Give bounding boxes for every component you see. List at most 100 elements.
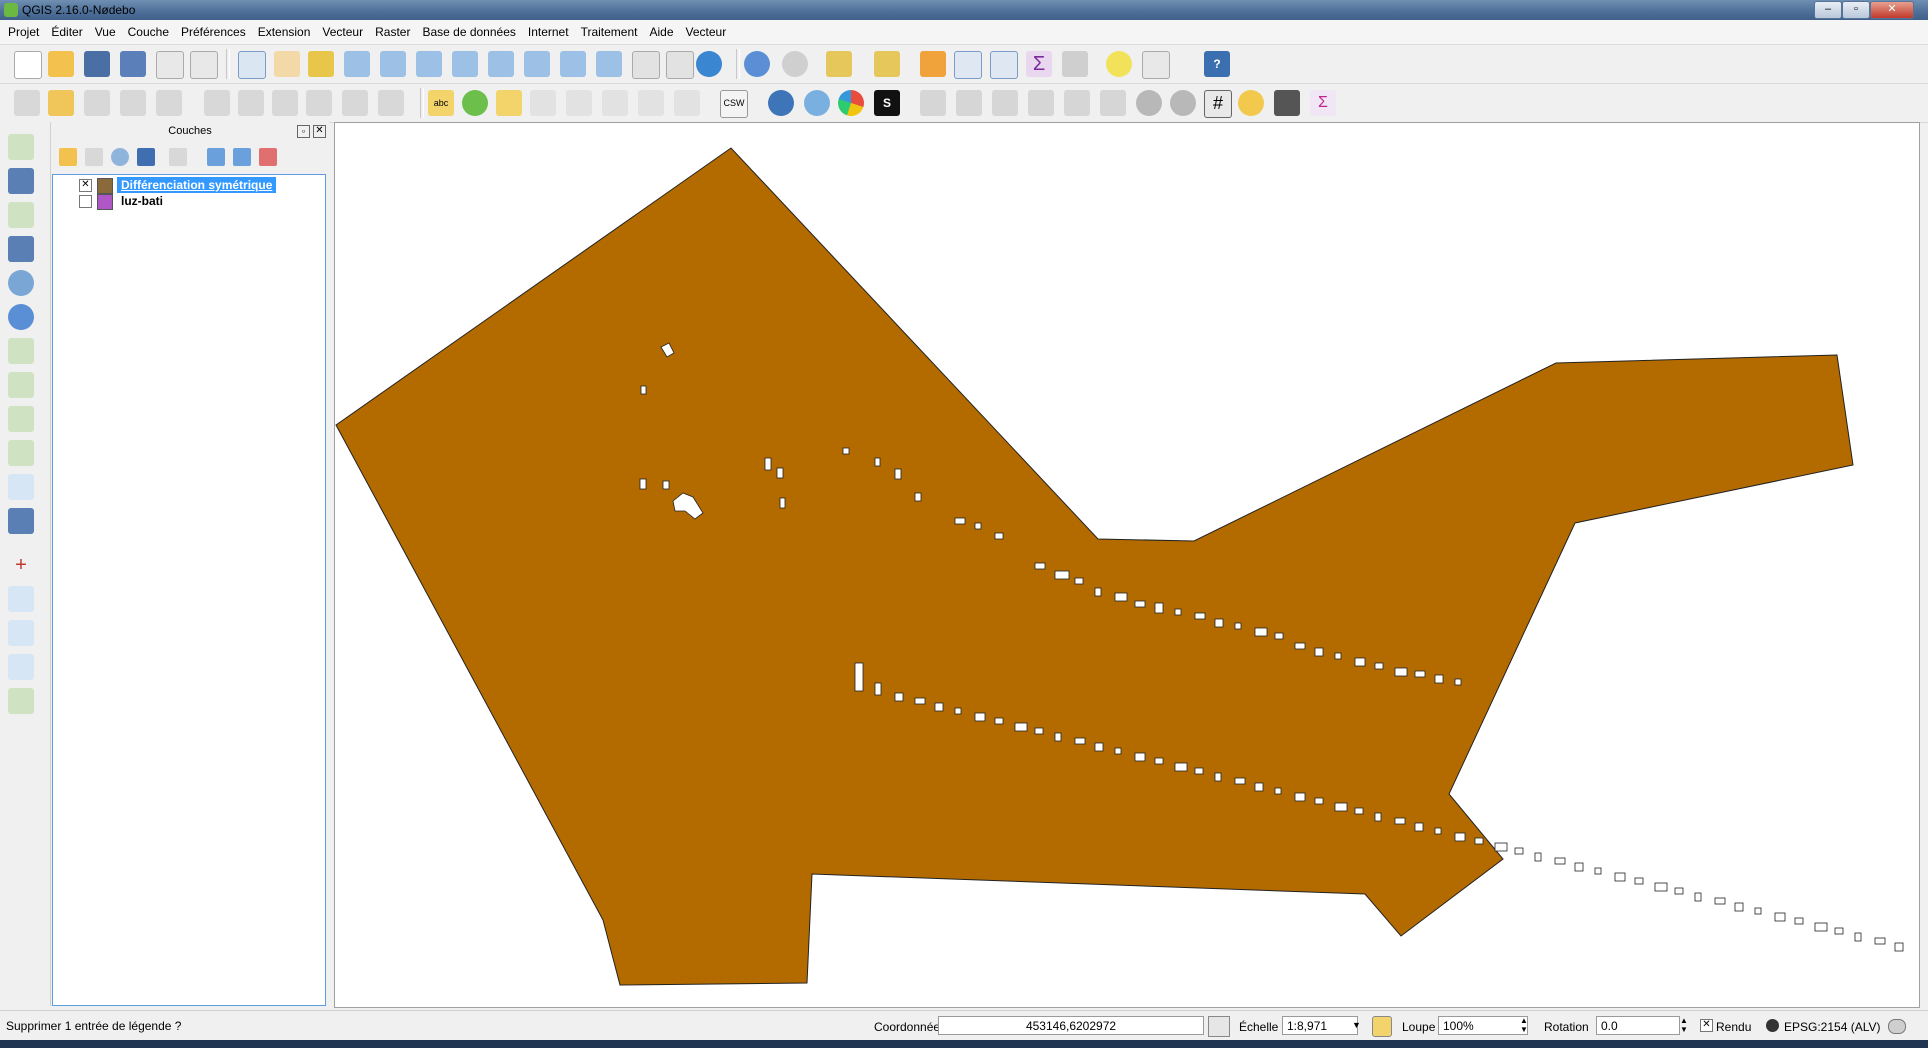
add-postgis-layer-icon[interactable] bbox=[8, 202, 34, 228]
copy-features-icon[interactable] bbox=[342, 90, 368, 116]
menu-editer[interactable]: Éditer bbox=[45, 20, 88, 44]
add-wfs-layer-icon[interactable] bbox=[8, 338, 34, 364]
collapse-all-icon[interactable] bbox=[233, 148, 251, 166]
zoom-spinner-icon[interactable]: ▲ ▼ bbox=[1520, 1016, 1528, 1034]
digitize-5-icon[interactable] bbox=[1064, 90, 1090, 116]
zoom-field[interactable]: 100% bbox=[1438, 1016, 1528, 1035]
statistics-sigma-icon[interactable]: Σ bbox=[1026, 51, 1052, 77]
digitize-8-icon[interactable] bbox=[1170, 90, 1196, 116]
map-canvas[interactable] bbox=[334, 122, 1920, 1008]
zoom-next-icon[interactable] bbox=[596, 51, 622, 77]
layer-diagram-icon[interactable] bbox=[462, 90, 488, 116]
float-panel-icon[interactable]: ▫ bbox=[297, 125, 310, 138]
crosshair-icon[interactable]: + bbox=[8, 552, 34, 578]
add-group-icon[interactable] bbox=[85, 148, 103, 166]
new-project-icon[interactable] bbox=[14, 51, 42, 79]
layer-style-icon[interactable] bbox=[59, 148, 77, 166]
show-bookmarks-icon[interactable] bbox=[666, 51, 694, 79]
highlight-icon[interactable] bbox=[1238, 90, 1264, 116]
move-label-icon[interactable] bbox=[602, 90, 628, 116]
messages-icon[interactable] bbox=[1888, 1019, 1906, 1034]
menu-projet[interactable]: Projet bbox=[2, 20, 45, 44]
help-icon[interactable]: ? bbox=[1204, 51, 1230, 77]
grid-icon[interactable]: # bbox=[1204, 90, 1232, 118]
zoom-last-icon[interactable] bbox=[560, 51, 586, 77]
extents-toggle-icon[interactable] bbox=[1208, 1016, 1230, 1037]
select-by-expression-icon[interactable] bbox=[874, 51, 900, 77]
run-feature-action-icon[interactable] bbox=[782, 51, 808, 77]
layer-visibility-checkbox[interactable] bbox=[79, 195, 92, 208]
minimize-button[interactable]: – bbox=[1814, 1, 1842, 19]
new-bookmark-icon[interactable] bbox=[632, 51, 660, 79]
delete-selected-icon[interactable] bbox=[272, 90, 298, 116]
save-project-icon[interactable] bbox=[84, 51, 110, 77]
color-wheel-icon[interactable] bbox=[838, 90, 864, 116]
text-annotation-icon[interactable] bbox=[1142, 51, 1170, 79]
expression-filter-icon[interactable] bbox=[169, 148, 187, 166]
new-print-composer-icon[interactable] bbox=[156, 51, 184, 79]
layer-visibility-checkbox[interactable]: ✕ bbox=[79, 179, 92, 192]
field-calculator-icon[interactable] bbox=[990, 51, 1018, 79]
lock-scale-icon[interactable] bbox=[1372, 1016, 1392, 1037]
digitize-6-icon[interactable] bbox=[1100, 90, 1126, 116]
add-feature-icon[interactable] bbox=[120, 90, 146, 116]
zoom-to-selection-icon[interactable] bbox=[488, 51, 514, 77]
node-tool-icon[interactable] bbox=[238, 90, 264, 116]
python-console-icon[interactable] bbox=[768, 90, 794, 116]
add-delimited-text-icon[interactable] bbox=[8, 372, 34, 398]
layer-row-differenciation[interactable]: ✕ Différenciation symétrique bbox=[53, 177, 323, 194]
save-edits-icon[interactable] bbox=[84, 90, 110, 116]
menu-extension[interactable]: Extension bbox=[252, 20, 317, 44]
zoom-out-icon[interactable] bbox=[380, 51, 406, 77]
menu-vue[interactable]: Vue bbox=[89, 20, 122, 44]
change-label-icon[interactable] bbox=[674, 90, 700, 116]
gps-tools-icon[interactable] bbox=[804, 90, 830, 116]
vector-edit-icon[interactable] bbox=[8, 654, 34, 680]
menu-couche[interactable]: Couche bbox=[122, 20, 175, 44]
add-virtual-layer-icon[interactable] bbox=[8, 406, 34, 432]
toggle-editing-pencil-icon[interactable] bbox=[48, 90, 74, 116]
render-checkbox[interactable]: ✕ bbox=[1700, 1019, 1713, 1032]
add-wms-layer-icon[interactable] bbox=[8, 270, 34, 296]
digitize-1-icon[interactable] bbox=[920, 90, 946, 116]
georeference-icon[interactable] bbox=[8, 688, 34, 714]
menu-aide[interactable]: Aide bbox=[643, 20, 679, 44]
new-shapefile-icon[interactable] bbox=[8, 440, 34, 466]
add-polygon-icon[interactable] bbox=[156, 90, 182, 116]
move-feature-icon[interactable] bbox=[204, 90, 230, 116]
close-panel-icon[interactable]: ✕ bbox=[313, 125, 326, 138]
maximize-button[interactable]: ▫ bbox=[1842, 1, 1870, 19]
menu-vecteur[interactable]: Vecteur bbox=[316, 20, 369, 44]
close-window-button[interactable]: ✕ bbox=[1870, 1, 1914, 19]
composer-manager-icon[interactable] bbox=[190, 51, 218, 79]
menu-base-de-donnees[interactable]: Base de données bbox=[416, 20, 521, 44]
coordinate-field[interactable]: 453146,6202972 bbox=[938, 1016, 1204, 1035]
stats-tool-icon[interactable]: Σ bbox=[1310, 90, 1336, 116]
attribute-table-icon[interactable] bbox=[954, 51, 982, 79]
rotate-label-icon[interactable] bbox=[638, 90, 664, 116]
current-edits-icon[interactable] bbox=[14, 90, 40, 116]
layer-row-luz-bati[interactable]: luz-bati bbox=[53, 193, 323, 210]
expand-all-icon[interactable] bbox=[207, 148, 225, 166]
menu-vecteur-2[interactable]: Vecteur bbox=[680, 20, 733, 44]
new-spatialite-icon[interactable] bbox=[8, 474, 34, 500]
digitize-4-icon[interactable] bbox=[1028, 90, 1054, 116]
deselect-all-icon[interactable] bbox=[920, 51, 946, 77]
touch-zoom-icon[interactable] bbox=[238, 51, 266, 79]
pan-to-selection-icon[interactable] bbox=[308, 51, 334, 77]
highlight-labels-icon[interactable] bbox=[530, 90, 556, 116]
rotation-field[interactable]: 0.0 bbox=[1596, 1016, 1680, 1035]
menu-traitement[interactable]: Traitement bbox=[575, 20, 644, 44]
open-project-icon[interactable] bbox=[48, 51, 74, 77]
digitize-2-icon[interactable] bbox=[956, 90, 982, 116]
select-features-icon[interactable] bbox=[826, 51, 852, 77]
visibility-icon[interactable] bbox=[111, 148, 129, 166]
map-tips-icon[interactable] bbox=[1106, 51, 1132, 77]
remove-layer-icon[interactable] bbox=[259, 148, 277, 166]
crs-globe-icon[interactable] bbox=[1766, 1019, 1779, 1032]
measure-line-icon[interactable] bbox=[1062, 51, 1088, 77]
refresh-icon[interactable] bbox=[696, 51, 722, 77]
crs-label[interactable]: EPSG:2154 (ALV) bbox=[1784, 1020, 1881, 1034]
cut-features-icon[interactable] bbox=[306, 90, 332, 116]
zoom-to-layer-icon[interactable] bbox=[524, 51, 550, 77]
